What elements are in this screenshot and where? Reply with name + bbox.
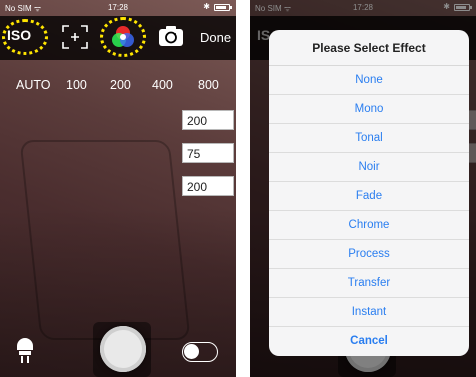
iso-selector: AUTO 100 200 400 800 bbox=[0, 78, 236, 94]
value-field[interactable]: 200 bbox=[182, 110, 234, 130]
camera-toolbar: ISO Done bbox=[0, 16, 236, 60]
value-field[interactable]: 75 bbox=[182, 143, 234, 163]
effect-option-mono[interactable]: Mono bbox=[269, 95, 469, 124]
effect-option-noir[interactable]: Noir bbox=[269, 153, 469, 182]
status-bar: No SIM ᯤ 17:28 ✱ bbox=[0, 0, 236, 16]
torch-icon[interactable] bbox=[14, 336, 36, 364]
effect-option-tonal[interactable]: Tonal bbox=[269, 124, 469, 153]
toggle-knob bbox=[184, 344, 199, 359]
effect-option-none[interactable]: None bbox=[269, 66, 469, 95]
clock: 17:28 bbox=[107, 3, 129, 12]
iso-option[interactable]: 800 bbox=[198, 78, 219, 92]
camera-screen-left: No SIM ᯤ 17:28 ✱ ISO Done AUTO 100 200 4… bbox=[0, 0, 236, 377]
focus-icon[interactable] bbox=[62, 25, 88, 49]
camera-screen-right: No SIM ᯤ 17:28 ✱ IS Please Select Effect… bbox=[250, 0, 476, 377]
toggle-switch[interactable] bbox=[182, 342, 218, 362]
done-button[interactable]: Done bbox=[200, 30, 231, 45]
background-laptop bbox=[19, 140, 191, 340]
iso-option[interactable]: AUTO bbox=[16, 78, 51, 92]
effect-option-transfer[interactable]: Transfer bbox=[269, 269, 469, 298]
iso-option[interactable]: 400 bbox=[152, 78, 173, 92]
value-field[interactable]: 200 bbox=[182, 176, 234, 196]
bluetooth-icon: ✱ bbox=[203, 2, 210, 11]
iso-option[interactable]: 200 bbox=[110, 78, 131, 92]
effect-option-process[interactable]: Process bbox=[269, 240, 469, 269]
iso-highlight-ring bbox=[2, 19, 48, 55]
camera-flip-icon[interactable] bbox=[158, 25, 184, 47]
effect-option-chrome[interactable]: Chrome bbox=[269, 211, 469, 240]
iso-option[interactable]: 100 bbox=[66, 78, 87, 92]
effect-dialog: Please Select Effect None Mono Tonal Noi… bbox=[269, 30, 469, 356]
battery-icon bbox=[214, 4, 232, 11]
effect-option-fade[interactable]: Fade bbox=[269, 182, 469, 211]
effect-option-instant[interactable]: Instant bbox=[269, 298, 469, 327]
effect-highlight-ring bbox=[100, 17, 146, 57]
cancel-button[interactable]: Cancel bbox=[269, 327, 469, 356]
shutter-button[interactable] bbox=[100, 326, 146, 372]
dialog-title: Please Select Effect bbox=[269, 30, 469, 66]
